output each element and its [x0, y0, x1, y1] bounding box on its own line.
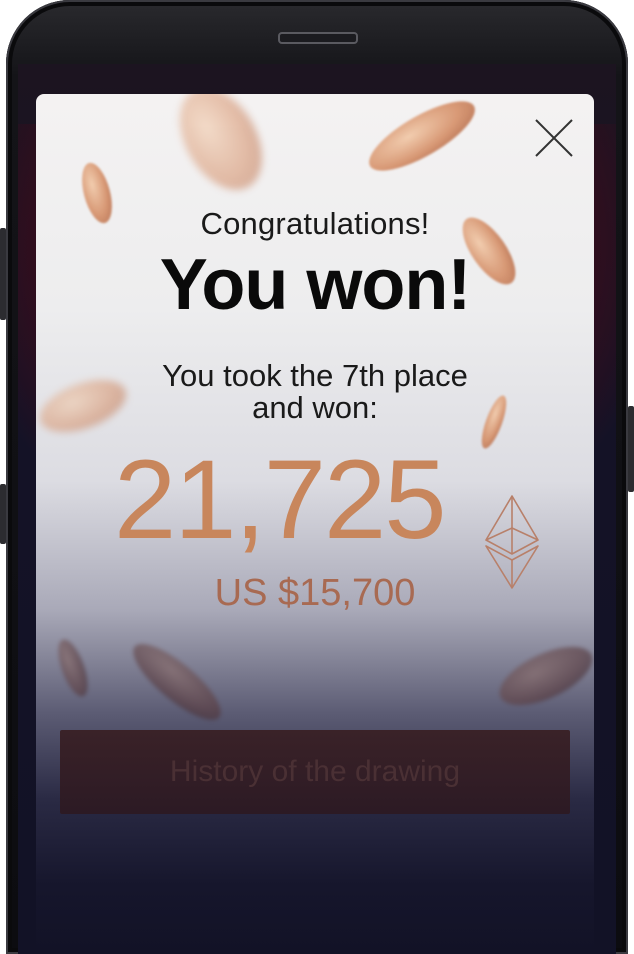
close-icon [535, 119, 573, 157]
congratulations-text: Congratulations! [200, 206, 430, 241]
coin-decoration [163, 94, 279, 205]
place-line-2: and won: [252, 390, 378, 425]
coin-decoration [360, 94, 484, 184]
place-text: You took the 7th place and won: [36, 360, 594, 424]
coin-decoration [491, 634, 594, 718]
usd-value: US $15,700 [214, 572, 416, 614]
win-modal: Congratulations! You won! You took the 7… [36, 94, 594, 954]
phone-speaker [278, 32, 358, 44]
coin-decoration [123, 632, 231, 732]
place-line-1: You took the 7th place [162, 358, 468, 393]
close-button[interactable] [532, 116, 576, 160]
you-won-headline: You won! [159, 245, 472, 325]
coin-decoration [52, 636, 94, 700]
prize-amount: 21,725 [114, 437, 447, 562]
power-button [628, 406, 634, 492]
history-button[interactable]: History of the drawing [60, 730, 570, 814]
